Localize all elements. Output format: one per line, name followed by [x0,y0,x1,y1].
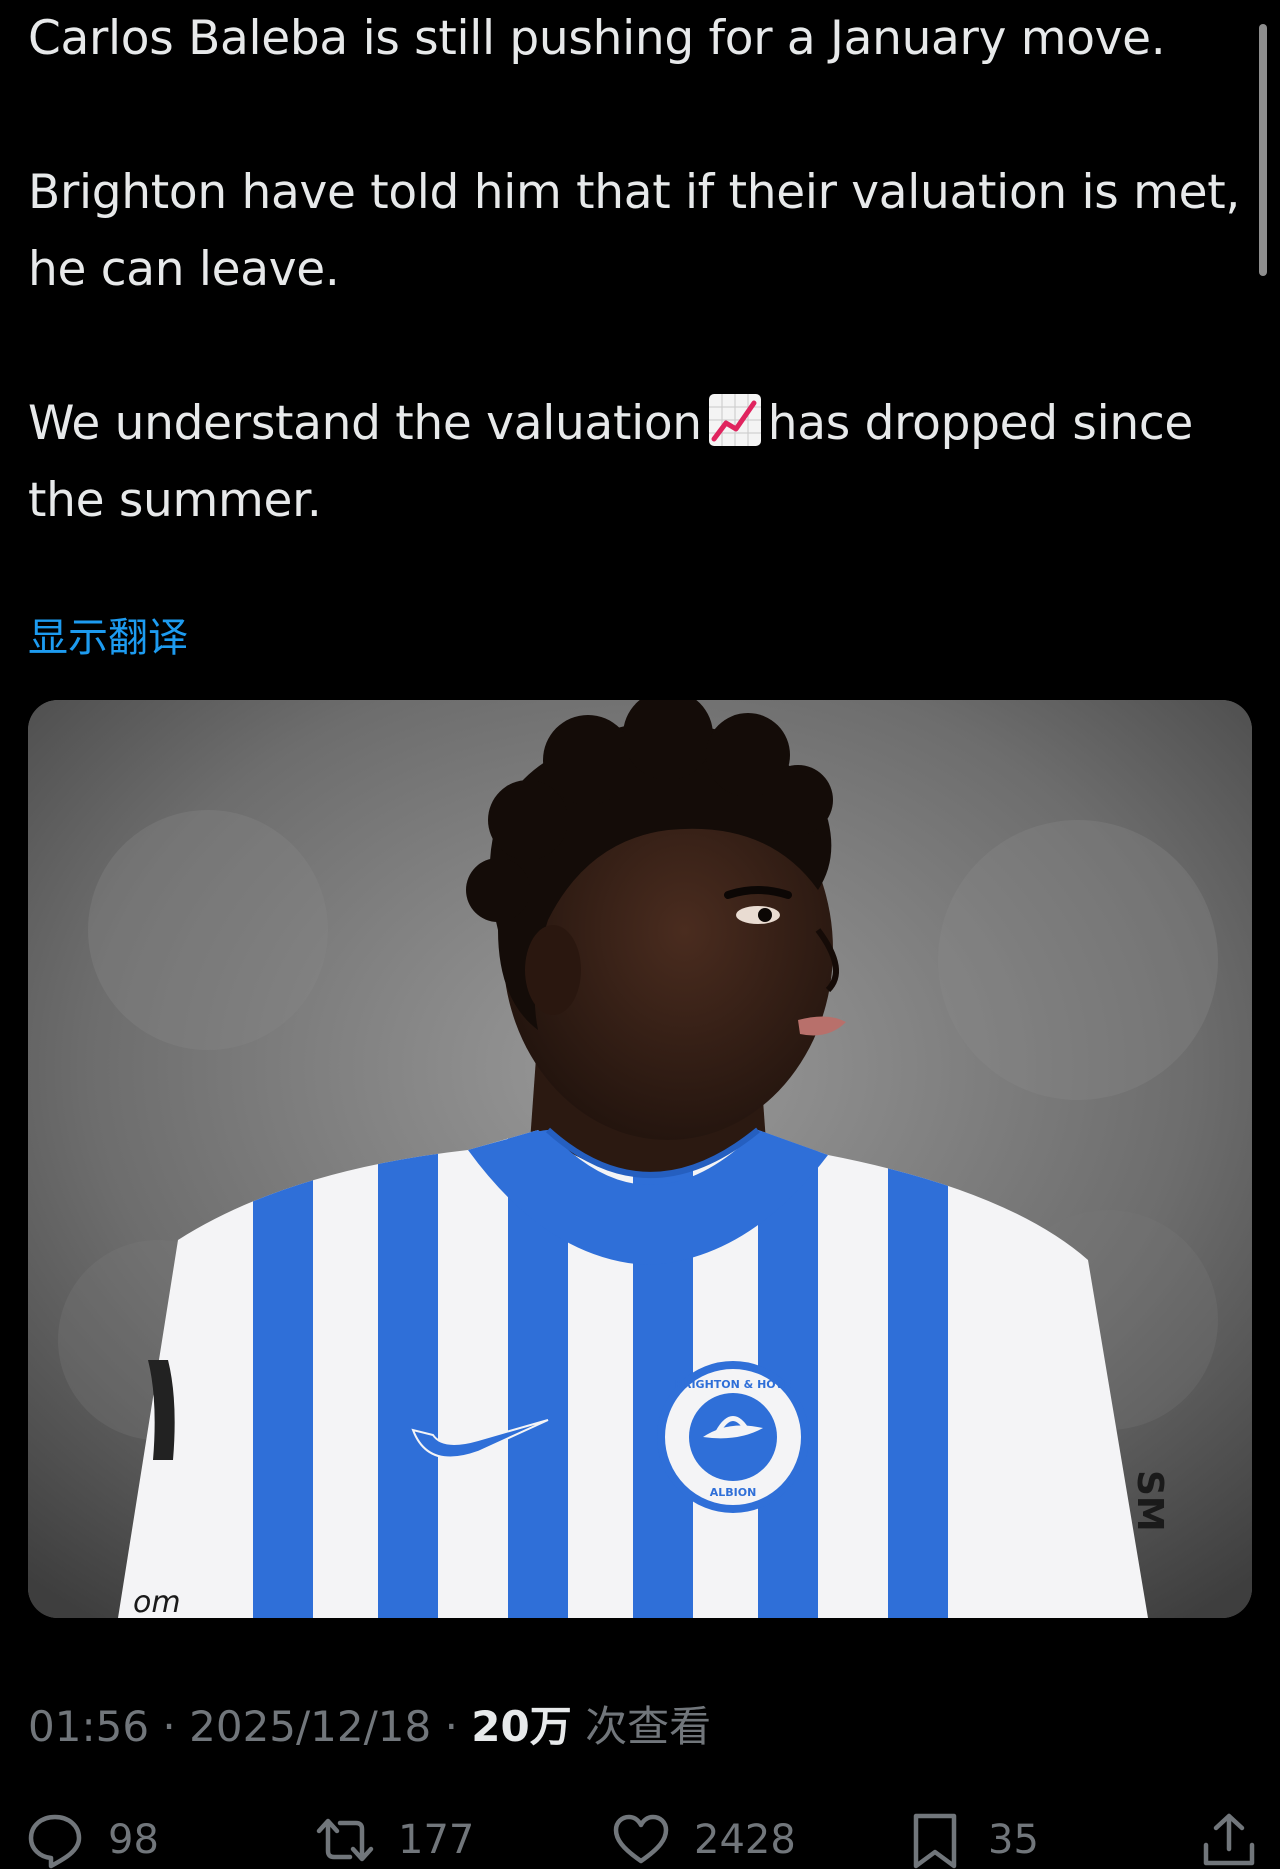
reply-count: 98 [108,1817,159,1863]
bookmark-count: 35 [988,1817,1039,1863]
tweet-actions: 98 177 2428 35 [0,1812,1280,1869]
share-button[interactable] [1200,1812,1258,1868]
tweet-paragraph-3: We understand the valuation has dropped … [28,385,1248,539]
like-button[interactable]: 2428 [612,1812,796,1868]
sleeve-sponsor-text: om [133,1585,181,1618]
crest-bottom-text: ALBION [710,1486,757,1499]
show-translation-link[interactable]: 显示翻译 [28,610,188,666]
retweet-count: 177 [398,1817,475,1863]
club-crest-icon: BRIGHTON & HOVE ALBION [657,1361,809,1513]
views-count[interactable]: 20万 [471,1702,571,1751]
tweet-paragraph-3-start: We understand the valuation [28,396,702,451]
reply-icon [28,1814,82,1869]
like-count: 2428 [694,1817,796,1863]
retweet-button[interactable]: 177 [316,1812,474,1868]
heart-icon [613,1814,669,1864]
tweet-time: 01:56 [28,1702,150,1751]
tweet-date: 2025/12/18 [189,1702,432,1751]
bookmark-icon [913,1813,957,1869]
views-label: 次查看 [585,1702,712,1751]
crest-top-text: BRIGHTON & HOVE [675,1378,792,1391]
bookmark-button[interactable]: 35 [906,1812,1039,1869]
tweet-photo[interactable]: BRIGHTON & HOVE ALBION om SM [28,700,1252,1618]
retweet-icon [316,1818,374,1862]
share-icon [1203,1813,1255,1866]
tweet-meta: 01:56 · 2025/12/18 · 20万 次查看 [28,1697,711,1757]
tweet-paragraph-1: Carlos Baleba is still pushing for a Jan… [28,11,1166,66]
sleeve-right-text: SM [1129,1470,1170,1532]
meta-separator: · [444,1702,458,1751]
player-photo-illustration: BRIGHTON & HOVE ALBION om SM [28,700,1252,1618]
chart-increasing-emoji-icon [708,394,761,446]
reply-button[interactable]: 98 [26,1812,159,1869]
meta-separator: · [162,1702,176,1751]
tweet-paragraph-2: Brighton have told him that if their val… [28,165,1240,297]
tweet-text: Carlos Baleba is still pushing for a Jan… [28,0,1248,539]
scrollbar[interactable] [1259,24,1267,276]
